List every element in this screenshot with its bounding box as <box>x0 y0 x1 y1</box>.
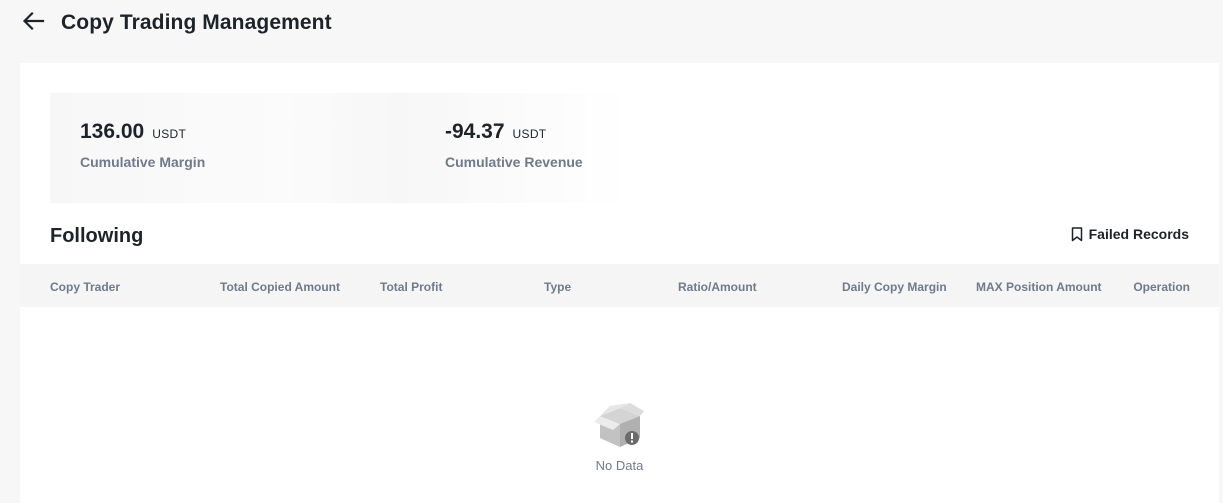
empty-state: No Data <box>20 402 1219 473</box>
cumulative-revenue-label: Cumulative Revenue <box>445 154 583 170</box>
column-daily-copy-margin: Daily Copy Margin <box>842 280 947 294</box>
arrow-left-icon <box>22 11 45 31</box>
cumulative-margin-value: 136.00 <box>80 120 145 143</box>
column-copy-trader: Copy Trader <box>50 280 121 294</box>
column-total-profit: Total Profit <box>380 280 443 294</box>
cumulative-margin-label: Cumulative Margin <box>80 154 206 170</box>
following-title: Following <box>50 225 144 247</box>
failed-records-button[interactable]: Failed Records <box>1071 226 1189 242</box>
column-ratio-amount: Ratio/Amount <box>678 280 757 294</box>
back-button[interactable] <box>18 9 48 33</box>
table-header: Copy Trader Total Copied Amount Total Pr… <box>20 264 1219 307</box>
failed-records-label: Failed Records <box>1088 226 1189 242</box>
page-title: Copy Trading Management <box>61 11 332 34</box>
column-total-copied-amount: Total Copied Amount <box>220 280 340 294</box>
column-type: Type <box>544 280 572 294</box>
cumulative-revenue-value: -94.37 <box>445 120 505 143</box>
bookmark-icon <box>1071 226 1082 241</box>
cumulative-revenue-unit: USDT <box>512 127 547 141</box>
cumulative-margin-unit: USDT <box>152 127 187 141</box>
empty-state-text: No Data <box>595 458 644 473</box>
top-bar: Copy Trading Management <box>0 0 1223 46</box>
summary-panel: 136.00 USDT Cumulative Margin -94.37 USD… <box>50 93 632 203</box>
column-operation: Operation <box>1133 280 1190 294</box>
empty-box-icon <box>593 403 644 447</box>
cumulative-margin-stat: 136.00 USDT Cumulative Margin <box>80 119 205 170</box>
cumulative-revenue-stat: -94.37 USDT Cumulative Revenue <box>445 119 583 170</box>
column-max-position-amount: MAX Position Amount <box>976 280 1102 294</box>
content-card: 136.00 USDT Cumulative Margin -94.37 USD… <box>20 63 1219 503</box>
